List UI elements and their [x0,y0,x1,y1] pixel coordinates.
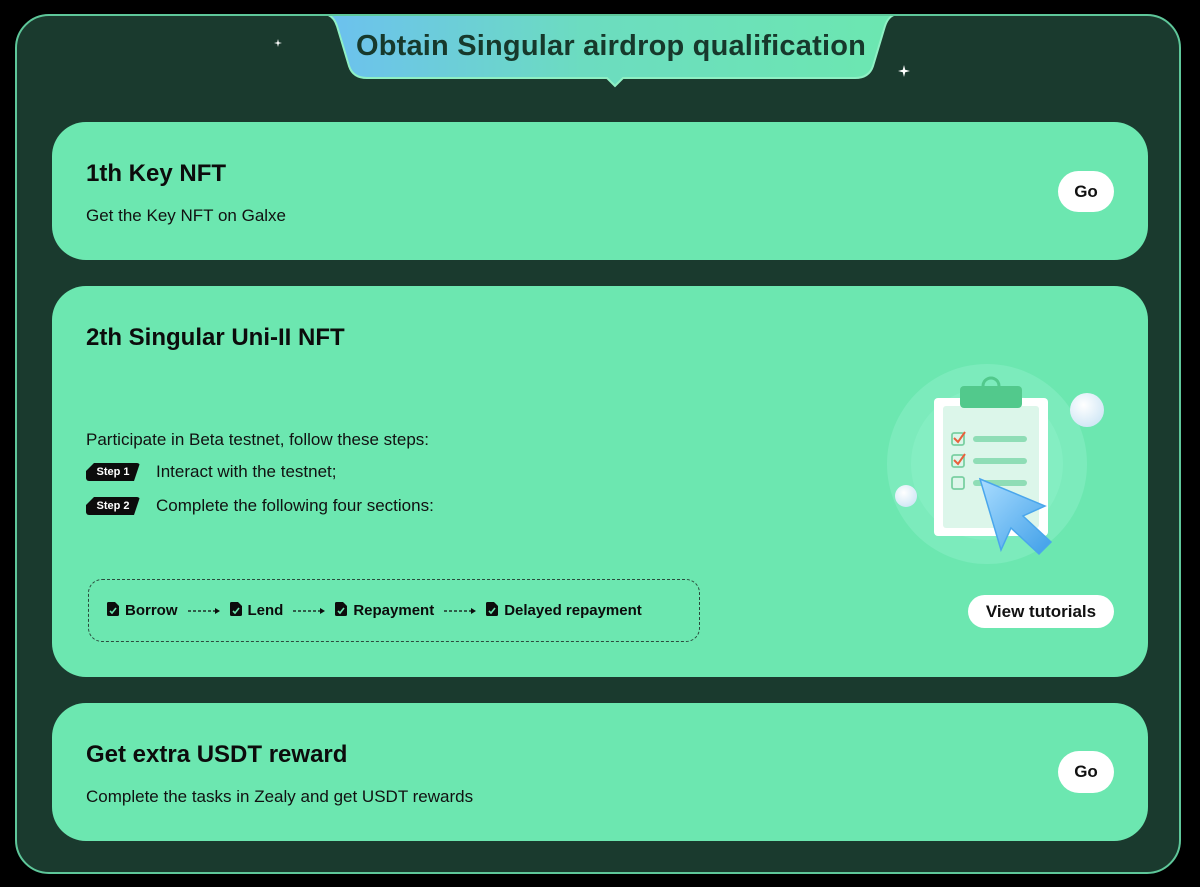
card-title: Get extra USDT reward [86,741,348,768]
uni-ii-nft-card: 2th Singular Uni-II NFT Participate in B… [52,286,1148,677]
key-nft-card: 1th Key NFT Get the Key NFT on Galxe Go [52,122,1148,260]
dashed-arrow-icon [187,602,220,620]
flow-label: Delayed repayment [504,602,642,619]
view-tutorials-button[interactable]: View tutorials [968,595,1114,628]
flow-item-delayed-repayment: Delayed repayment [486,601,642,620]
flow-item-repayment: Repayment [335,601,435,620]
document-icon [107,601,119,620]
dashed-arrow-icon [444,602,477,620]
flow-label: Borrow [125,602,178,619]
card-description: Get the Key NFT on Galxe [86,206,286,225]
document-icon [335,601,348,620]
flow-label: Lend [247,602,284,619]
clipboard-checklist-cursor-illustration [877,356,1117,576]
step-row: Step 1 Interact with the testnet; [86,461,336,483]
card-description: Complete the tasks in Zealy and get USDT… [86,787,474,806]
card-title: 2th Singular Uni-II NFT [86,324,345,351]
flow-label: Repayment [353,602,435,619]
dashed-arrow-icon [293,602,326,620]
sparkle-icon [898,64,910,82]
document-icon [229,601,242,620]
card-title: 1th Key NFT [86,160,227,187]
usdt-reward-card: Get extra USDT reward Complete the tasks… [52,703,1148,841]
document-icon [486,601,499,620]
step-badge: Step 1 [86,463,140,481]
flow-item-lend: Lend [229,601,284,620]
go-button[interactable]: Go [1058,171,1114,212]
sparkle-icon [274,34,282,52]
step-row: Step 2 Complete the following four secti… [86,495,434,517]
go-button[interactable]: Go [1058,751,1114,793]
flow-item-borrow: Borrow [107,601,178,620]
page-title: Obtain Singular airdrop qualification [355,30,867,62]
step-badge: Step 2 [86,497,140,515]
section-flow: Borrow Lend Repayment Delayed repayment [88,579,700,642]
title-tab: Obtain Singular airdrop qualification [323,16,899,98]
card-intro: Participate in Beta testnet, follow thes… [86,430,430,449]
step-text: Complete the following four sections: [156,496,434,515]
airdrop-panel: Obtain Singular airdrop qualification 1t… [15,14,1181,874]
step-text: Interact with the testnet; [156,462,337,481]
